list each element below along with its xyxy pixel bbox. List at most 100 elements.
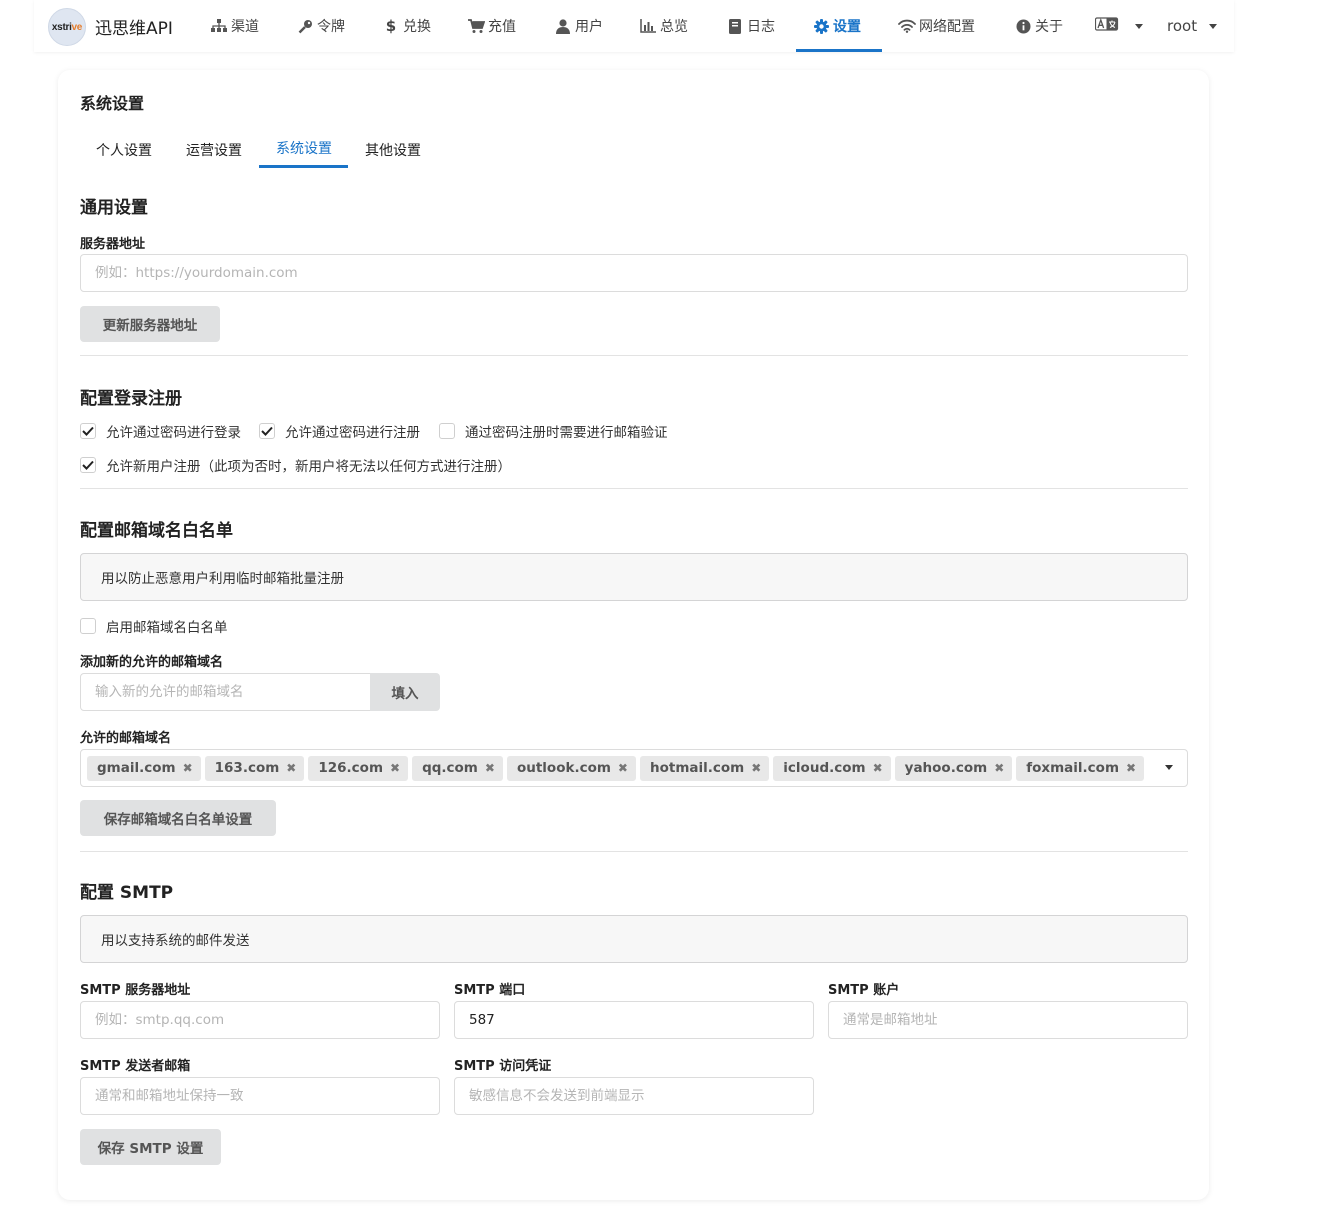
email-verification-checkbox[interactable]: 通过密码注册时需要进行邮箱验证 (439, 421, 668, 441)
checkbox-unchecked[interactable] (80, 618, 96, 634)
chip-label: 163.com (214, 760, 280, 776)
tab-operation[interactable]: 运营设置 (186, 140, 242, 160)
domain-chip: 163.com ✖ (204, 755, 305, 781)
smtp-token-input[interactable] (454, 1077, 814, 1115)
nav-item-overview[interactable]: 总览 (639, 0, 688, 52)
nav-item-settings[interactable]: 设置 (812, 0, 861, 52)
chip-label: foxmail.com (1026, 760, 1120, 776)
server-address-input[interactable] (80, 254, 1188, 292)
nav-item-channels[interactable]: 渠道 (210, 0, 259, 52)
nav-item-redeem[interactable]: $ 兑换 (382, 0, 431, 52)
chip-label: yahoo.com (904, 760, 988, 776)
nav-item-logs[interactable]: 日志 (726, 0, 775, 52)
password-login-checkbox[interactable]: 允许通过密码进行登录 (80, 421, 241, 441)
nav-item-network[interactable]: 网络配置 (898, 0, 975, 52)
brand-name[interactable]: 迅思维API (95, 14, 173, 39)
tab-personal[interactable]: 个人设置 (96, 140, 152, 160)
close-icon[interactable]: ✖ (751, 761, 761, 775)
close-icon[interactable]: ✖ (618, 761, 628, 775)
nav-item-about[interactable]: 关于 (1014, 0, 1063, 52)
checkbox-label: 允许新用户注册（此项为否时，新用户将无法以任何方式进行注册） (106, 459, 511, 475)
smtp-account-input[interactable] (828, 1001, 1188, 1039)
domain-chip: 126.com ✖ (308, 755, 409, 781)
sitemap-icon (210, 19, 228, 33)
close-icon[interactable]: ✖ (1126, 761, 1136, 775)
allowed-domains-label: 允许的邮箱域名 (80, 731, 172, 746)
user-icon (554, 18, 572, 34)
nav-label: 充值 (488, 19, 516, 35)
chevron-down-icon (1135, 23, 1143, 29)
section-title-general: 通用设置 (80, 198, 148, 218)
nav-active-indicator (796, 49, 882, 52)
chip-label: 126.com (318, 760, 384, 776)
close-icon[interactable]: ✖ (390, 761, 400, 775)
nav-label: 总览 (660, 19, 688, 35)
translate-icon (1094, 17, 1119, 35)
logo[interactable]: xstri ve (48, 8, 86, 46)
chevron-down-icon (1209, 23, 1218, 29)
smtp-token-label: SMTP 访问凭证 (454, 1059, 552, 1074)
settings-card: 系统设置 个人设置 运营设置 系统设置 其他设置 通用设置 服务器地址 更新服务… (58, 70, 1209, 1200)
cart-icon (467, 18, 485, 34)
bar-chart-icon (639, 19, 657, 33)
tab-active-indicator (259, 165, 348, 168)
language-dropdown[interactable] (1094, 0, 1143, 52)
logo-text-accent: ve (71, 21, 83, 33)
fill-domain-button[interactable]: 填入 (370, 673, 440, 711)
domain-chip: yahoo.com ✖ (894, 755, 1013, 781)
section-title-whitelist: 配置邮箱域名白名单 (80, 521, 233, 541)
user-menu[interactable]: root (1167, 0, 1218, 52)
dollar-icon: $ (385, 17, 397, 35)
chip-label: qq.com (422, 760, 478, 776)
tab-system[interactable]: 系统设置 (276, 138, 332, 158)
chip-label: gmail.com (97, 760, 176, 776)
dropdown-caret-icon[interactable] (1165, 765, 1173, 770)
update-server-address-button[interactable]: 更新服务器地址 (80, 306, 220, 342)
nav-item-tokens[interactable]: 令牌 (296, 0, 345, 52)
password-register-checkbox[interactable]: 允许通过密码进行注册 (259, 421, 420, 441)
checkbox-checked[interactable] (80, 423, 96, 439)
nav-label: 令牌 (317, 19, 345, 35)
smtp-from-label: SMTP 发送者邮箱 (80, 1059, 191, 1074)
smtp-server-label: SMTP 服务器地址 (80, 983, 191, 998)
close-icon[interactable]: ✖ (286, 761, 296, 775)
domain-chip: hotmail.com ✖ (639, 755, 770, 781)
section-title-login: 配置登录注册 (80, 389, 182, 409)
username: root (1167, 17, 1198, 35)
smtp-account-label: SMTP 账户 (828, 983, 900, 998)
divider (80, 355, 1188, 356)
nav-label: 日志 (747, 19, 775, 35)
checkbox-label: 允许通过密码进行注册 (285, 425, 420, 441)
book-icon (726, 18, 744, 34)
close-icon[interactable]: ✖ (994, 761, 1004, 775)
checkbox-label: 允许通过密码进行登录 (106, 425, 241, 441)
tab-other[interactable]: 其他设置 (365, 140, 421, 160)
smtp-from-input[interactable] (80, 1077, 440, 1115)
domain-chip: outlook.com ✖ (506, 755, 636, 781)
section-title-smtp: 配置 SMTP (80, 883, 174, 903)
close-icon[interactable]: ✖ (485, 761, 495, 775)
allow-new-user-register-checkbox[interactable]: 允许新用户注册（此项为否时，新用户将无法以任何方式进行注册） (80, 455, 511, 475)
domain-chip: icloud.com ✖ (773, 755, 891, 781)
checkbox-label: 通过密码注册时需要进行邮箱验证 (465, 425, 668, 441)
divider (80, 851, 1188, 852)
enable-whitelist-checkbox[interactable]: 启用邮箱域名白名单 (80, 616, 228, 636)
gear-icon (812, 18, 830, 34)
checkbox-checked[interactable] (259, 423, 275, 439)
nav-label: 兑换 (403, 19, 431, 35)
save-whitelist-button[interactable]: 保存邮箱域名白名单设置 (80, 800, 276, 836)
smtp-port-input[interactable] (454, 1001, 814, 1039)
smtp-server-input[interactable] (80, 1001, 440, 1039)
nav-item-users[interactable]: 用户 (554, 0, 603, 52)
nav-label: 用户 (575, 19, 603, 35)
allowed-domains-dropdown[interactable]: gmail.com ✖ 163.com ✖ 126.com ✖ qq.com ✖ out… (80, 749, 1188, 787)
close-icon[interactable]: ✖ (183, 761, 193, 775)
checkbox-unchecked[interactable] (439, 423, 455, 439)
save-smtp-button[interactable]: 保存 SMTP 设置 (80, 1129, 221, 1165)
checkbox-checked[interactable] (80, 457, 96, 473)
divider (80, 488, 1188, 489)
close-icon[interactable]: ✖ (873, 761, 883, 775)
add-domain-input[interactable] (80, 673, 372, 711)
page-title: 系统设置 (80, 94, 145, 113)
nav-item-topup[interactable]: 充值 (467, 0, 516, 52)
